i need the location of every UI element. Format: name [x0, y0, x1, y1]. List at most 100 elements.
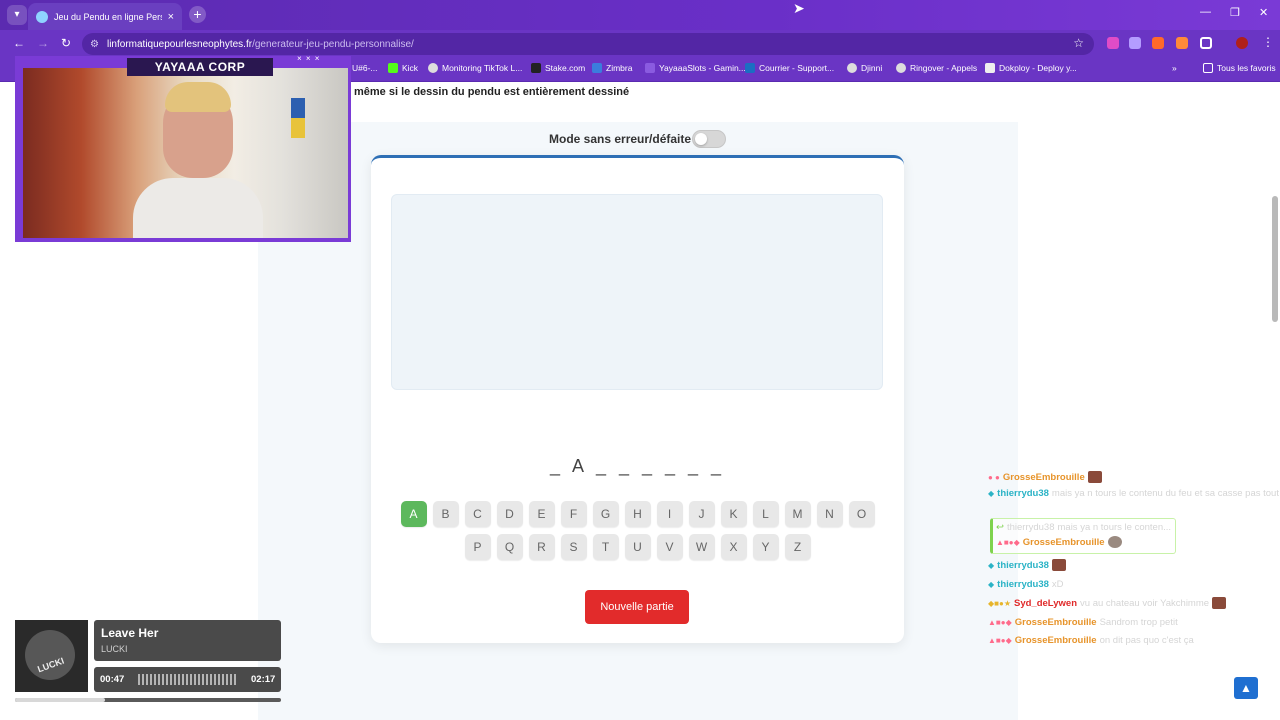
page-scrollbar[interactable] — [1272, 196, 1278, 322]
track-artist: LUCKI — [101, 644, 128, 654]
bookmark-item[interactable]: YayaaaSlots - Gamin... — [645, 63, 746, 73]
chat-badges-icon: ▲■●◆ — [996, 537, 1020, 547]
emote-icon — [1051, 559, 1066, 571]
extension-icon[interactable] — [1176, 37, 1188, 49]
mode-label: Mode sans erreur/défaite : — [549, 132, 699, 146]
extension-icon[interactable] — [1129, 37, 1141, 49]
webcam-overlay: YAYAAA CORP × × × — [15, 54, 351, 242]
letter-key-e[interactable]: E — [528, 501, 555, 527]
letter-key-h[interactable]: H — [624, 501, 651, 527]
letter-key-b[interactable]: B — [432, 501, 459, 527]
letter-key-r[interactable]: R — [528, 534, 555, 560]
all-bookmarks-folder[interactable]: Tous les favoris — [1203, 63, 1276, 73]
bookmark-item[interactable]: Monitoring TikTok L... — [428, 63, 522, 73]
address-bar[interactable]: ⚙ linformatiquepourlesneophytes.fr/gener… — [82, 33, 1094, 55]
minimize-icon[interactable]: — — [1200, 6, 1211, 18]
browser-tab[interactable]: Jeu du Pendu en ligne Personnalis × — [28, 3, 182, 30]
bookmark-item[interactable]: Courrier - Support... — [745, 63, 834, 73]
letter-key-u[interactable]: U — [624, 534, 651, 560]
url-path: /generateur-jeu-pendu-personnalise/ — [252, 38, 414, 50]
total-time: 02:17 — [251, 674, 276, 685]
letter-key-g[interactable]: G — [592, 501, 619, 527]
now-playing-widget: LUCKI Leave Her LUCKI 00:47 02:17 — [15, 620, 281, 704]
stake-icon — [531, 63, 541, 73]
chat-message: ● ● GrosseEmbrouille — [988, 470, 1102, 484]
letter-key-y[interactable]: Y — [752, 534, 779, 560]
browser-menu-icon[interactable]: ⋮ — [1262, 36, 1274, 49]
webcam-label: YAYAAA CORP — [127, 58, 273, 76]
chat-reply-quote: ↩ thierrydu38 mais ya n tours le conten... — [996, 521, 1172, 533]
extension-icon[interactable] — [1152, 37, 1164, 49]
letter-key-d[interactable]: D — [496, 501, 523, 527]
zimbra-icon — [592, 63, 602, 73]
no-error-mode-toggle[interactable] — [692, 130, 726, 148]
chat-message: ▲■●◆ GrosseEmbrouille Sandrom trop petit — [988, 616, 1178, 628]
hangman-game-card: _ A _ _ _ _ _ _ ABCDEFGHIJKLMNO PQRSTUVW… — [371, 155, 904, 643]
kick-icon — [388, 63, 398, 73]
bookmark-item[interactable]: Stake.com — [531, 63, 585, 73]
scroll-to-top-button[interactable]: ▲ — [1234, 677, 1258, 699]
webcam-video — [23, 68, 348, 238]
letter-key-o[interactable]: O — [848, 501, 875, 527]
extensions-puzzle-icon[interactable] — [1200, 37, 1212, 49]
close-window-icon[interactable]: ✕ — [1259, 6, 1268, 19]
chat-message: ◆ thierrydu38 xD — [988, 578, 1064, 590]
navigation-toolbar: ← → ↻ ⚙ linformatiquepourlesneophytes.fr… — [0, 30, 1280, 58]
more-bookmarks-icon[interactable]: » — [1172, 63, 1177, 73]
chat-message: ▲■●◆ GrosseEmbrouille — [996, 535, 1122, 549]
back-icon[interactable]: ← — [13, 36, 25, 50]
bookmark-item[interactable]: Kick — [388, 63, 418, 73]
letter-key-p[interactable]: P — [464, 534, 491, 560]
letter-key-f[interactable]: F — [560, 501, 587, 527]
profile-avatar[interactable] — [1236, 37, 1248, 49]
dokploy-icon — [985, 63, 995, 73]
forward-icon[interactable]: → — [37, 36, 49, 50]
chat-message: ▲■●◆ GrosseEmbrouille on dit pas quo c'est… — [988, 634, 1194, 646]
streamer-body-shape — [133, 178, 263, 238]
chat-badges-icon: ◆ — [988, 488, 995, 498]
bookmark-item[interactable]: U#6-... — [352, 63, 378, 73]
folder-icon — [1203, 63, 1213, 73]
chat-message: ◆■●★ Syd_deLywen vu au chateau voir Yakchi… — [988, 596, 1227, 610]
letter-key-i[interactable]: I — [656, 501, 683, 527]
track-progress-bar — [15, 698, 281, 702]
letter-key-v[interactable]: V — [656, 534, 683, 560]
chat-badges-icon: ◆ — [988, 560, 995, 570]
letter-key-s[interactable]: S — [560, 534, 587, 560]
chat-badges-icon: ● ● — [988, 472, 1000, 482]
close-tab-icon[interactable]: × — [168, 11, 174, 23]
new-tab-button[interactable]: + — [189, 6, 206, 23]
letter-key-m[interactable]: M — [784, 501, 811, 527]
letter-key-j[interactable]: J — [688, 501, 715, 527]
yayaaa-icon — [645, 63, 655, 73]
letter-key-c[interactable]: C — [464, 501, 491, 527]
chat-badges-icon: ◆ — [988, 579, 995, 589]
bookmark-item[interactable]: Dokploy - Deploy y... — [985, 63, 1077, 73]
bookmark-item[interactable]: Zimbra — [592, 63, 632, 73]
letter-key-n[interactable]: N — [816, 501, 843, 527]
letter-key-k[interactable]: K — [720, 501, 747, 527]
letter-key-w[interactable]: W — [688, 534, 715, 560]
intro-text: même si le dessin du pendu est entièreme… — [354, 86, 630, 98]
site-favicon-icon — [36, 10, 48, 23]
site-info-icon[interactable]: ⚙ — [90, 39, 99, 50]
letter-key-q[interactable]: Q — [496, 534, 523, 560]
globe-icon — [847, 63, 857, 73]
bookmark-star-icon[interactable]: ☆ — [1073, 36, 1084, 50]
letter-key-t[interactable]: T — [592, 534, 619, 560]
keyboard-row-2: PQRSTUVWXYZ — [371, 534, 904, 560]
tab-search-icon[interactable]: ▾ — [7, 5, 27, 25]
restore-icon[interactable]: ❐ — [1230, 6, 1240, 19]
letter-key-a[interactable]: A — [400, 501, 427, 527]
outlook-icon — [745, 63, 755, 73]
bookmark-item[interactable]: Djinni — [847, 63, 882, 73]
letter-key-l[interactable]: L — [752, 501, 779, 527]
letter-key-z[interactable]: Z — [784, 534, 811, 560]
emote-icon — [1212, 597, 1227, 609]
letter-key-x[interactable]: X — [720, 534, 747, 560]
extension-icon[interactable] — [1107, 37, 1119, 49]
new-game-button[interactable]: Nouvelle partie — [585, 590, 689, 624]
bookmark-item[interactable]: Ringover - Appels — [896, 63, 977, 73]
track-info: Leave Her LUCKI — [94, 620, 281, 661]
reload-icon[interactable]: ↻ — [61, 36, 71, 50]
